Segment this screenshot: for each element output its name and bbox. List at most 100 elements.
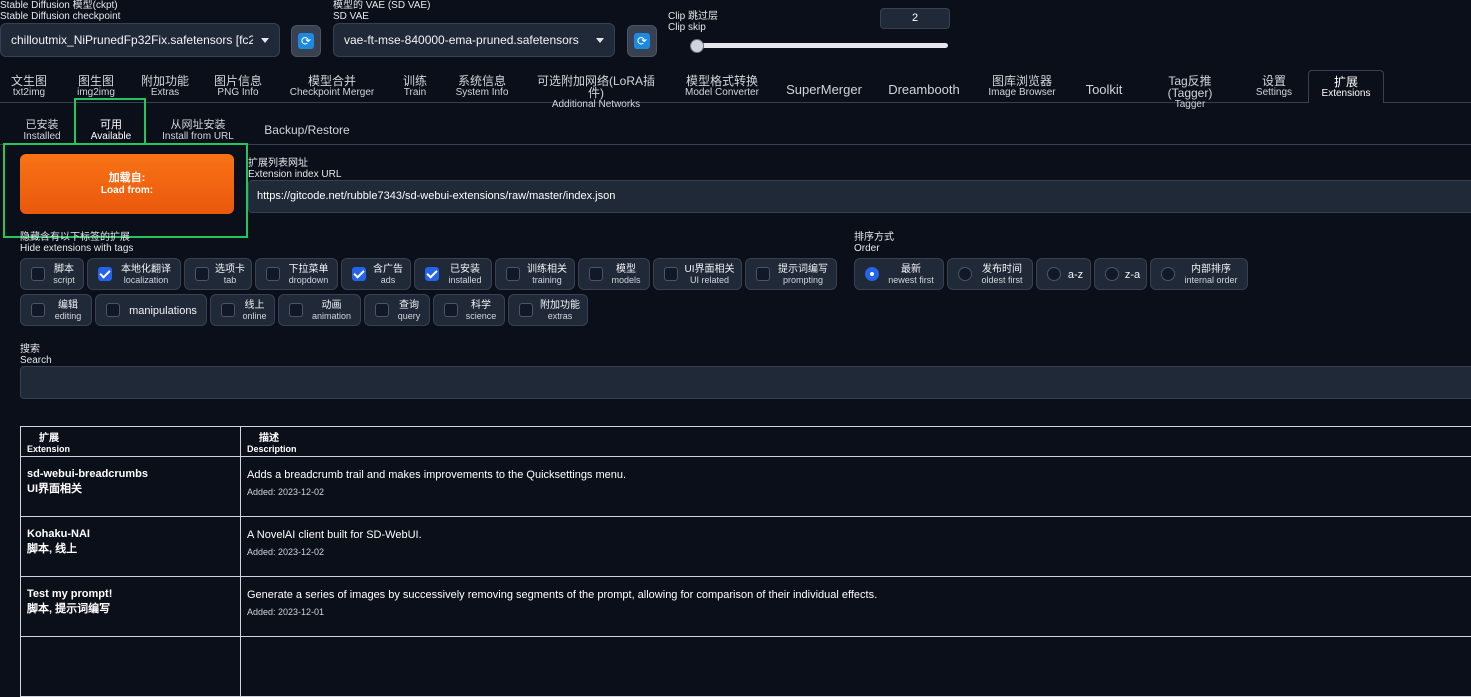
order-label: 发布时间 (972, 264, 1032, 275)
chevron-down-icon (596, 38, 604, 43)
checkbox[interactable] (31, 303, 45, 317)
ckpt-label-en: Stable Diffusion checkpoint (0, 11, 120, 22)
tag-checkbox-dropdown[interactable]: 下拉菜单dropdown (255, 258, 338, 290)
description-cell: Adds a breadcrumb trail and makes improv… (241, 457, 1471, 517)
tab-label: 附加功能 (140, 75, 190, 87)
clip-skip-input[interactable]: 2 (880, 8, 950, 29)
tag-checkbox-localization[interactable]: 本地化翻译localization (87, 258, 181, 290)
checkbox[interactable] (519, 303, 533, 317)
radio-button[interactable] (1161, 267, 1175, 281)
vae-dropdown[interactable]: vae-ft-mse-840000-ema-pruned.safetensors (333, 23, 615, 57)
extension-name[interactable]: Kohaku-NAI (27, 527, 234, 542)
subtab-backup-restore[interactable]: Backup/Restore (258, 123, 356, 137)
checkbox[interactable] (289, 303, 303, 317)
checkbox[interactable] (589, 267, 603, 281)
search-label: 搜索 Search (20, 344, 52, 366)
tag-checkbox-tab[interactable]: 选项卡tab (184, 258, 252, 290)
checkbox[interactable] (506, 267, 520, 281)
tag-checkbox-science[interactable]: 科学science (433, 294, 505, 326)
order-option-oldest[interactable]: 发布时间oldest first (947, 258, 1033, 290)
subtab-sublabel: Install from URL (160, 131, 236, 142)
tag-checkbox-manipulations[interactable]: manipulations (95, 294, 207, 326)
tag-checkbox-editing[interactable]: 编辑editing (20, 294, 92, 326)
tab-supermerger[interactable]: SuperMerger (782, 78, 866, 106)
tab-label: 模型合并 (284, 75, 380, 87)
vae-refresh-button[interactable]: ⟳ (627, 25, 657, 57)
extension-tags: 脚本, 提示词编写 (27, 602, 234, 617)
order-option-z-a[interactable]: z-a (1094, 258, 1147, 290)
index-url-input[interactable]: https://gitcode.net/rubble7343/sd-webui-… (248, 180, 1471, 213)
clip-label-en: Clip skip (668, 22, 706, 33)
tag-label: manipulations (129, 305, 197, 317)
ckpt-refresh-button[interactable]: ⟳ (291, 25, 321, 57)
tag-checkbox-prompting[interactable]: 提示词编写prompting (745, 258, 837, 290)
tab-checkpoint-merger[interactable]: 模型合并Checkpoint Merger (284, 75, 380, 103)
tab-settings[interactable]: 设置Settings (1252, 75, 1296, 103)
tag-checkbox-models[interactable]: 模型models (578, 258, 650, 290)
order-option-internal[interactable]: 内部排序internal order (1150, 258, 1248, 290)
tab-tagger[interactable]: Tag反推(Tagger)Tagger (1148, 75, 1232, 103)
order-option-a-z[interactable]: a-z (1036, 258, 1091, 290)
checkbox[interactable] (425, 267, 439, 281)
subtab-sublabel: Installed (22, 131, 62, 142)
checkbox[interactable] (221, 303, 235, 317)
tag-checkbox-ads[interactable]: 含广告ads (341, 258, 411, 290)
tab-extras[interactable]: 附加功能Extras (140, 75, 190, 103)
tab-txt2img[interactable]: 文生图txt2img (8, 75, 50, 103)
ckpt-dropdown[interactable]: chilloutmix_NiPrunedFp32Fix.safetensors … (0, 23, 280, 57)
column-header-extension: 扩展Extension (21, 427, 241, 457)
checkbox[interactable] (98, 267, 112, 281)
tab-model-converter[interactable]: 模型格式转换Model Converter (680, 75, 764, 103)
load-from-button[interactable]: 加载自: Load from: (20, 154, 234, 214)
tag-checkbox-script[interactable]: 脚本script (20, 258, 84, 290)
tag-checkbox-extras[interactable]: 附加功能extras (508, 294, 588, 326)
tab-sublabel: Settings (1252, 87, 1296, 98)
checkbox[interactable] (266, 267, 280, 281)
subtab-installed[interactable]: 已安装Installed (22, 119, 62, 142)
radio-button[interactable] (958, 267, 972, 281)
clip-skip-slider[interactable] (690, 43, 948, 48)
extension-name[interactable]: Test my prompt! (27, 587, 234, 602)
tab-dreambooth[interactable]: Dreambooth (884, 78, 964, 106)
tab-label: 图库浏览器 (984, 75, 1060, 87)
search-input[interactable] (20, 366, 1471, 399)
checkbox[interactable] (444, 303, 458, 317)
tag-checkbox-online[interactable]: 线上online (210, 294, 275, 326)
table-row: Kohaku-NAI脚本, 线上 A NovelAI client built … (21, 517, 1471, 577)
tab-label: 扩展 (1309, 76, 1383, 88)
checkbox[interactable] (375, 303, 389, 317)
tag-sublabel: extras (533, 311, 587, 321)
subtab-install-from-url[interactable]: 从网址安装Install from URL (160, 119, 236, 142)
checkbox[interactable] (664, 267, 678, 281)
checkbox[interactable] (352, 267, 366, 281)
radio-button[interactable] (1047, 267, 1061, 281)
extension-name[interactable]: sd-webui-breadcrumbs (27, 467, 234, 482)
tab-toolkit[interactable]: Toolkit (1080, 78, 1128, 106)
column-header-label: 描述 (247, 433, 1471, 444)
tab-extensions[interactable]: 扩展Extensions (1308, 70, 1384, 103)
tab-image-browser[interactable]: 图库浏览器Image Browser (984, 75, 1060, 103)
tag-checkbox-installed[interactable]: 已安装installed (414, 258, 492, 290)
radio-button[interactable] (865, 267, 879, 281)
tag-checkbox-ui-related[interactable]: UI界面相关UI related (653, 258, 742, 290)
checkbox[interactable] (195, 267, 209, 281)
load-from-label-zh: 加载自: (20, 172, 234, 185)
tag-checkbox-animation[interactable]: 动画animation (278, 294, 361, 326)
tab-sublabel: Checkpoint Merger (284, 87, 380, 98)
radio-button[interactable] (1105, 267, 1119, 281)
slider-handle[interactable] (690, 39, 704, 53)
tab-additional-networks[interactable]: 可选附加网络(LoRA插件)Additional Networks (532, 75, 660, 103)
tab-system-info[interactable]: 系统信息System Info (452, 75, 512, 103)
checkbox[interactable] (106, 303, 120, 317)
order-sublabel: oldest first (972, 275, 1032, 285)
tag-checkbox-query[interactable]: 查询query (364, 294, 430, 326)
tag-checkbox-training[interactable]: 训练相关training (495, 258, 575, 290)
table-row: Test my prompt!脚本, 提示词编写 Generate a seri… (21, 577, 1471, 637)
description-cell: A NovelAI client built for SD-WebUI.Adde… (241, 517, 1471, 577)
tab-train[interactable]: 训练Train (398, 75, 432, 103)
column-header-label: 扩展 (27, 433, 234, 444)
checkbox[interactable] (756, 267, 770, 281)
tab-png-info[interactable]: 图片信息PNG Info (212, 75, 264, 103)
order-option-newest[interactable]: 最新newest first (854, 258, 944, 290)
checkbox[interactable] (31, 267, 45, 281)
